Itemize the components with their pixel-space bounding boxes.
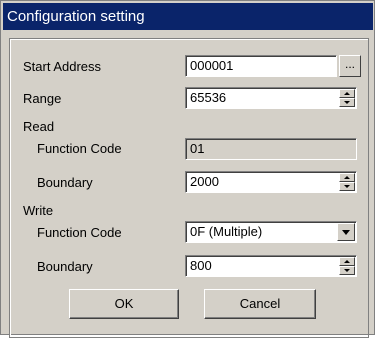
spin-up-icon[interactable] <box>339 89 355 98</box>
spin-down-icon[interactable] <box>339 182 355 191</box>
write-boundary-spinner[interactable] <box>339 257 355 275</box>
write-function-code-value: 0F (Multiple) <box>190 224 263 239</box>
range-label: Range <box>23 91 62 106</box>
configuration-dialog: Configuration setting Start Address 0000… <box>0 0 375 338</box>
start-address-label: Start Address <box>23 59 102 74</box>
read-group-label: Read <box>23 119 55 134</box>
read-function-code-field: 01 <box>185 138 357 160</box>
write-function-code-select[interactable]: 0F (Multiple) <box>185 221 357 243</box>
spin-down-icon[interactable] <box>339 266 355 275</box>
chevron-down-icon[interactable] <box>337 223 355 241</box>
write-boundary-value: 800 <box>190 258 212 273</box>
start-address-input[interactable]: 000001 <box>185 55 337 77</box>
ok-button[interactable]: OK <box>69 289 179 319</box>
range-spinner[interactable] <box>339 89 355 107</box>
spin-down-icon[interactable] <box>339 98 355 107</box>
cancel-button[interactable]: Cancel <box>204 289 316 319</box>
read-function-code-label: Function Code <box>37 141 122 156</box>
write-group-label: Write <box>23 203 54 218</box>
write-function-code-label: Function Code <box>37 225 122 240</box>
spin-up-icon[interactable] <box>339 173 355 182</box>
write-boundary-label: Boundary <box>37 259 93 274</box>
dialog-title: Configuration setting <box>3 3 373 30</box>
range-input[interactable]: 65536 <box>185 87 357 109</box>
spin-up-icon[interactable] <box>339 257 355 266</box>
read-boundary-input[interactable]: 2000 <box>185 171 357 193</box>
read-boundary-label: Boundary <box>37 175 93 190</box>
read-boundary-spinner[interactable] <box>339 173 355 191</box>
read-boundary-value: 2000 <box>190 174 219 189</box>
range-value: 65536 <box>190 90 227 105</box>
browse-button[interactable]: ... <box>339 55 361 77</box>
write-boundary-input[interactable]: 800 <box>185 255 357 277</box>
